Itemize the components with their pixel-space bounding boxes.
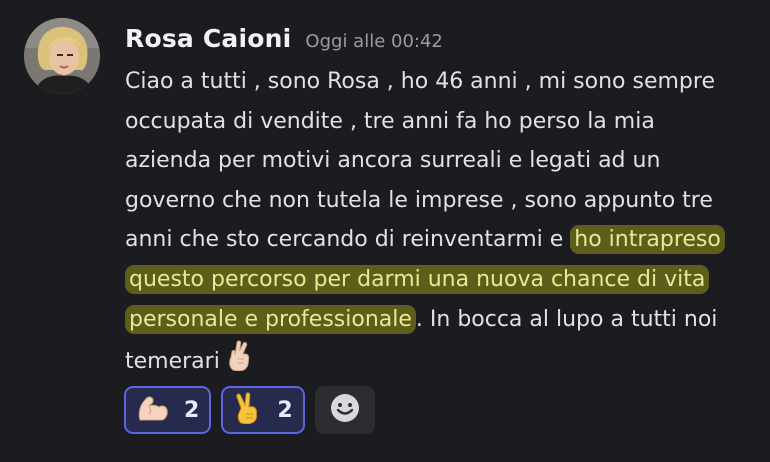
- message-text: occupata di vendite , tre anni fa ho per…: [125, 108, 655, 134]
- message-text: Ciao a tutti , sono Rosa , ho 46 anni , …: [125, 69, 715, 94]
- message-text: anni che sto cercando di reinventarmi e: [125, 227, 571, 253]
- message-text: temerari: [125, 348, 220, 374]
- message-line: Ciao a tutti , sono Rosa , ho 46 anni , …: [125, 62, 760, 102]
- user-photo: [24, 18, 100, 94]
- timestamp: Oggi alle 00:42: [305, 31, 443, 52]
- reaction-victory-hand[interactable]: 2: [221, 386, 305, 434]
- reactions-bar: 2 2: [124, 386, 375, 434]
- smiley-add-reaction-icon: [329, 392, 361, 428]
- reaction-count: 2: [277, 397, 293, 423]
- flexed-biceps-emoji-icon: [136, 393, 170, 427]
- add-reaction-button[interactable]: [314, 386, 375, 434]
- message-line: temerari: [125, 339, 760, 379]
- highlighted-text: ho intrapreso: [570, 225, 725, 255]
- message-line: anni che sto cercando di reinventarmi e …: [125, 220, 760, 260]
- crossed-fingers-emoji-icon: [226, 339, 254, 385]
- username[interactable]: Rosa Caioni: [125, 24, 291, 53]
- message-header: Rosa Caioni Oggi alle 00:42: [125, 24, 443, 60]
- message-line: azienda per motivi ancora surreali e leg…: [125, 141, 760, 181]
- reaction-flexed-biceps[interactable]: 2: [124, 386, 212, 434]
- message-line: personale e professionale. In bocca al l…: [125, 300, 760, 340]
- message-text: azienda per motivi ancora surreali e leg…: [125, 148, 661, 174]
- highlighted-text: personale e professionale: [125, 304, 416, 334]
- message-text: . In bocca al lupo a tutti noi: [415, 306, 718, 332]
- message-content: Ciao a tutti , sono Rosa , ho 46 anni , …: [125, 62, 760, 379]
- message-line: questo percorso per darmi una nuova chan…: [125, 260, 760, 300]
- message-line: governo che non tutela le imprese , sono…: [125, 181, 760, 221]
- message-text: governo che non tutela le imprese , sono…: [125, 187, 713, 213]
- highlighted-text: questo percorso per darmi una nuova chan…: [125, 264, 710, 294]
- victory-hand-emoji-icon: [233, 392, 263, 428]
- message-line: occupata di vendite , tre anni fa ho per…: [125, 102, 760, 142]
- avatar[interactable]: [24, 18, 100, 94]
- reaction-count: 2: [184, 397, 200, 423]
